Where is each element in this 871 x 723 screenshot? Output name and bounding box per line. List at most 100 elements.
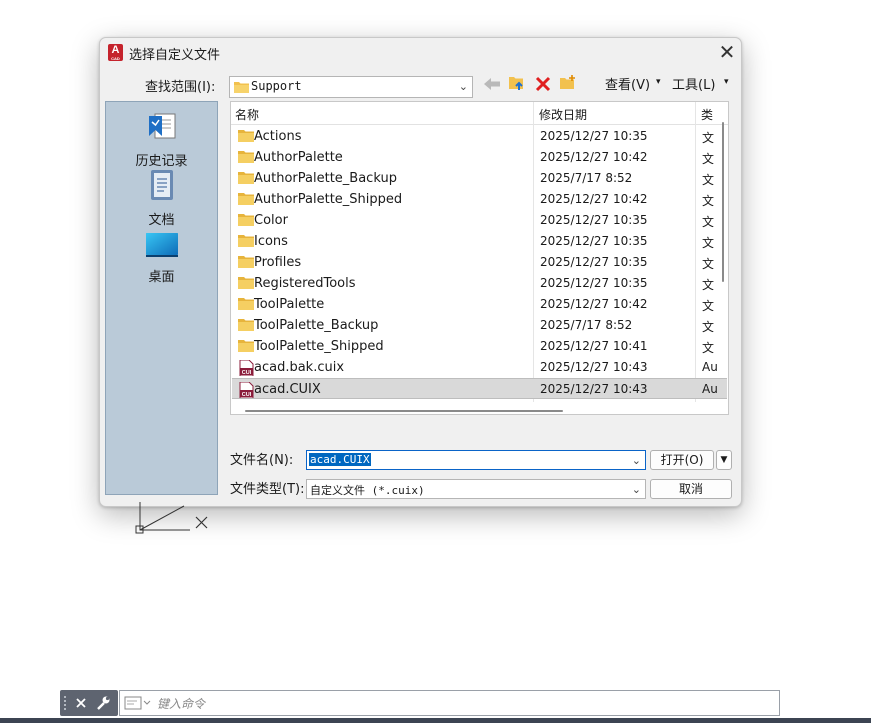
back-arrow-icon[interactable]	[483, 77, 501, 91]
file-name: AuthorPalette_Shipped	[254, 192, 403, 207]
folder-icon	[238, 150, 254, 167]
file-date: 2025/12/27 10:35	[540, 129, 648, 143]
open-button[interactable]: 打开(O)	[650, 450, 714, 470]
chevron-down-icon[interactable]: ⌄	[632, 454, 641, 467]
column-header-name[interactable]: 名称	[235, 106, 259, 123]
file-row[interactable]: CUI acad.CUIX 2025/12/27 10:43 Au	[232, 378, 727, 399]
folder-icon	[234, 82, 249, 93]
file-name: Color	[254, 213, 288, 228]
filetype-label: 文件类型(T):	[230, 482, 305, 497]
file-date: 2025/7/17 8:52	[540, 171, 633, 185]
tools-menu[interactable]: 工具(L)	[672, 74, 715, 93]
tools-dropdown-icon[interactable]: ▾	[724, 77, 729, 87]
lookin-label: 查找范围(I):	[145, 80, 216, 95]
vertical-scrollbar[interactable]	[722, 122, 724, 282]
file-type: 文	[702, 131, 715, 145]
command-line-grip[interactable]	[60, 690, 118, 716]
file-type: 文	[702, 152, 715, 166]
place-documents[interactable]: 文档	[106, 169, 217, 228]
place-history[interactable]: 历史记录	[106, 110, 217, 169]
folder-icon	[238, 234, 254, 251]
chevron-down-icon[interactable]: ⌄	[632, 483, 641, 496]
folder-icon	[238, 213, 254, 230]
file-date: 2025/12/27 10:35	[540, 234, 648, 248]
file-row[interactable]: ToolPalette_Shipped 2025/12/27 10:41 文	[232, 336, 727, 357]
place-label: 历史记录	[135, 154, 188, 169]
cancel-button[interactable]: 取消	[650, 479, 732, 499]
file-name: ToolPalette	[254, 297, 325, 312]
column-header-type[interactable]: 类	[701, 106, 713, 123]
file-row[interactable]: Actions 2025/12/27 10:35 文	[232, 126, 727, 147]
history-icon	[148, 113, 175, 139]
file-row[interactable]: AuthorPalette 2025/12/27 10:42 文	[232, 147, 727, 168]
place-desktop[interactable]: 桌面	[106, 232, 217, 285]
lookin-dropdown[interactable]: Support ⌄	[229, 76, 473, 98]
file-row[interactable]: RegisteredTools 2025/12/27 10:35 文	[232, 273, 727, 294]
documents-icon	[150, 170, 173, 200]
file-type: 文	[702, 299, 715, 313]
file-name: AuthorPalette	[254, 150, 343, 165]
file-date: 2025/12/27 10:42	[540, 150, 648, 164]
grip-handle-icon[interactable]	[63, 695, 67, 711]
views-menu[interactable]: 查看(V)	[605, 74, 650, 93]
file-list-header: 名称 ^ 修改日期 类	[231, 102, 728, 125]
file-row[interactable]: ToolPalette_Backup 2025/7/17 8:52 文	[232, 315, 727, 336]
folder-icon	[238, 297, 254, 314]
wrench-icon[interactable]	[95, 695, 111, 711]
select-customization-file-dialog: A CAD 选择自定义文件 ✕ 查找范围(I): Support ⌄ 查看(V) …	[99, 37, 742, 507]
file-row[interactable]: Profiles 2025/12/27 10:35 文	[232, 252, 727, 273]
place-label: 文档	[148, 213, 175, 228]
folder-icon	[238, 192, 254, 209]
up-folder-icon[interactable]	[508, 74, 526, 92]
file-list[interactable]: 名称 ^ 修改日期 类 Actions 2025/12/27 10:35 文 Auth…	[230, 101, 729, 415]
file-date: 2025/12/27 10:35	[540, 255, 648, 269]
command-placeholder: 键入命令	[157, 697, 206, 711]
file-date: 2025/12/27 10:42	[540, 297, 648, 311]
horizontal-scrollbar[interactable]	[245, 410, 563, 412]
new-folder-icon[interactable]	[559, 74, 577, 92]
file-row[interactable]: ToolPalette 2025/12/27 10:42 文	[232, 294, 727, 315]
file-row[interactable]: AuthorPalette_Backup 2025/7/17 8:52 文	[232, 168, 727, 189]
file-name: acad.CUIX	[254, 382, 321, 397]
file-type: 文	[702, 278, 715, 292]
file-type: 文	[702, 341, 715, 355]
column-header-date[interactable]: 修改日期	[539, 106, 587, 123]
folder-icon	[238, 318, 254, 335]
file-type: 文	[702, 320, 715, 334]
filetype-combo[interactable]: 自定义文件 (*.cuix) ⌄	[306, 479, 646, 499]
ucs-axis-icon	[135, 502, 208, 534]
file-date: 2025/12/27 10:35	[540, 276, 648, 290]
delete-icon[interactable]	[535, 76, 551, 92]
filename-combo[interactable]: acad.CUIX ⌄	[306, 450, 646, 470]
folder-icon	[238, 339, 254, 356]
file-type: 文	[702, 173, 715, 187]
dialog-titlebar[interactable]: A CAD 选择自定义文件 ✕	[100, 38, 741, 68]
folder-icon	[238, 276, 254, 293]
file-date: 2025/12/27 10:35	[540, 213, 648, 227]
open-options-arrow-icon[interactable]: ▼	[716, 450, 732, 470]
filename-input[interactable]: acad.CUIX	[309, 453, 371, 466]
file-date: 2025/12/27 10:41	[540, 339, 648, 353]
close-icon[interactable]: ✕	[716, 41, 738, 63]
file-row[interactable]: CUI acad.bak.cuix 2025/12/27 10:43 Au	[232, 357, 727, 378]
file-row[interactable]: AuthorPalette_Shipped 2025/12/27 10:42 文	[232, 189, 727, 210]
views-dropdown-icon[interactable]: ▾	[656, 77, 661, 87]
file-name: AuthorPalette_Backup	[254, 171, 397, 186]
file-row[interactable]: Icons 2025/12/27 10:35 文	[232, 231, 727, 252]
command-prompt-icon[interactable]	[124, 696, 152, 710]
file-date: 2025/12/27 10:43	[540, 360, 648, 374]
file-name: Actions	[254, 129, 302, 144]
file-row[interactable]: Color 2025/12/27 10:35 文	[232, 210, 727, 231]
file-name: acad.bak.cuix	[254, 360, 345, 375]
file-type: Au	[702, 382, 718, 396]
file-type: 文	[702, 215, 715, 229]
folder-icon	[238, 129, 254, 146]
dialog-title: 选择自定义文件	[129, 48, 221, 63]
filename-label: 文件名(N):	[230, 453, 294, 468]
autocad-logo-icon: A CAD	[108, 44, 123, 61]
file-type: 文	[702, 257, 715, 271]
file-date: 2025/7/17 8:52	[540, 318, 633, 332]
cuix-file-icon: CUI	[238, 381, 254, 402]
close-icon[interactable]	[75, 697, 87, 709]
command-input[interactable]: 键入命令	[119, 690, 780, 716]
